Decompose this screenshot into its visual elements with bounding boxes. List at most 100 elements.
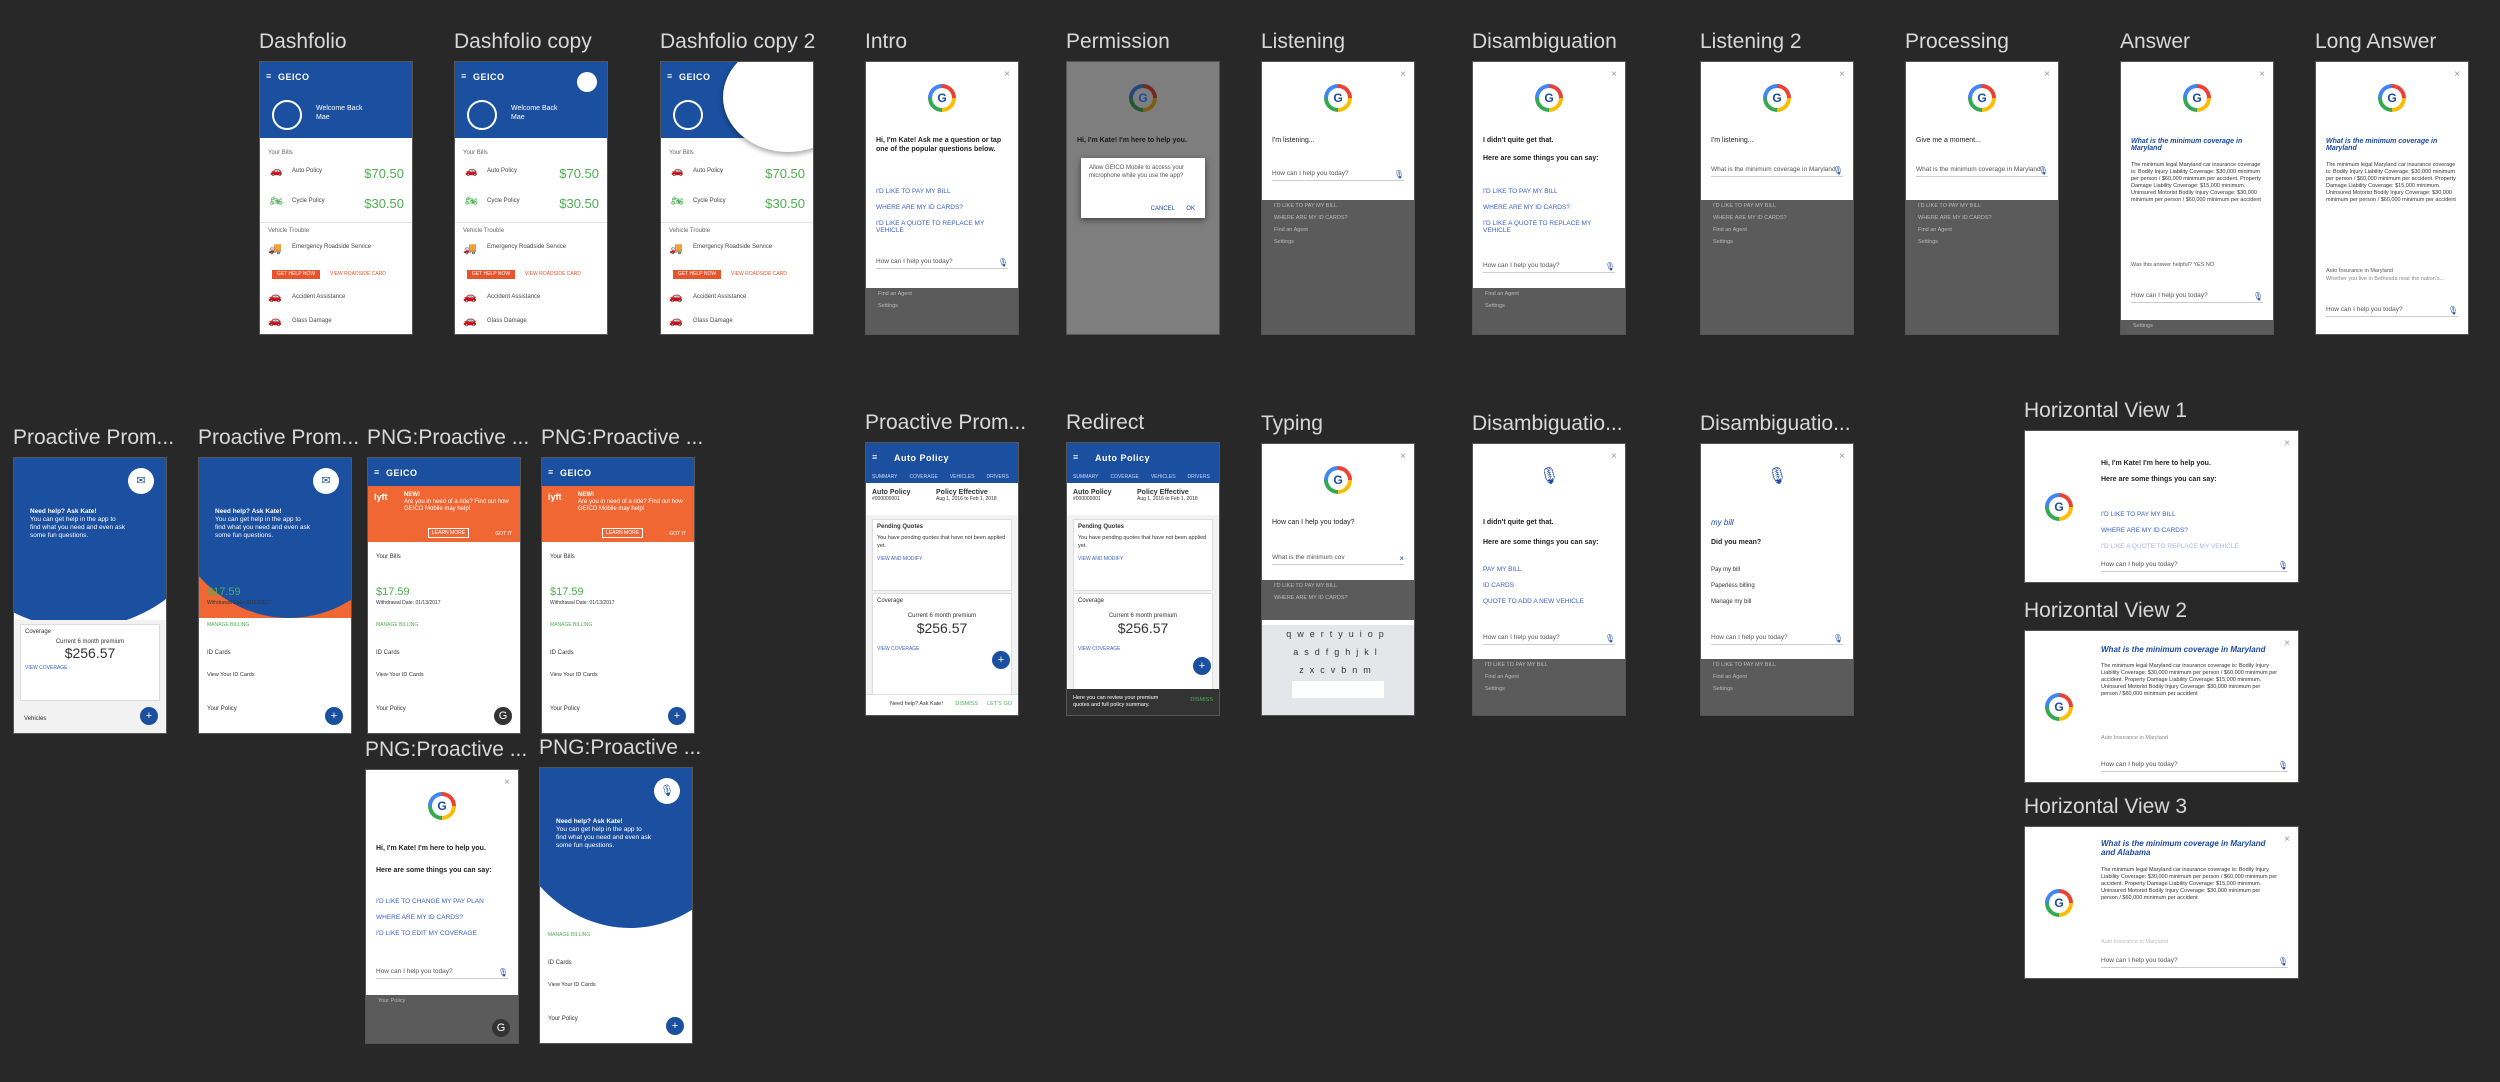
tab-drivers[interactable]: DRIVERS	[1188, 474, 1210, 480]
prompt-input[interactable]: How can I help you today?	[1483, 634, 1560, 641]
mic-icon[interactable]: 🎙	[2253, 292, 2263, 301]
close-icon[interactable]: ×	[2284, 438, 2290, 449]
artboard-listening-2[interactable]: Listening 2 G × I'm listening... What is…	[1700, 30, 1854, 335]
close-icon[interactable]: ×	[504, 777, 510, 788]
option-paperless[interactable]: Paperless billing	[1711, 582, 1755, 590]
menu-icon[interactable]: ≡	[1073, 452, 1078, 462]
suggestion-id-cards[interactable]: ID CARDS	[1483, 582, 1514, 589]
add-fab-button[interactable]: +	[140, 707, 158, 725]
permission-ok-button[interactable]: OK	[1186, 206, 1195, 212]
option-manage[interactable]: Manage my bill	[1711, 598, 1751, 606]
kate-chat-icon[interactable]: ✉	[313, 468, 339, 494]
suggestion-pay-bill[interactable]: PAY MY BILL	[1483, 566, 1522, 573]
tab-coverage[interactable]: COVERAGE	[909, 474, 937, 480]
tab-drivers[interactable]: DRIVERS	[987, 474, 1009, 480]
artboard-dashfolio-copy-2[interactable]: Dashfolio copy 2 ≡ GEICO Your Bills 🚗 Aut…	[660, 30, 815, 335]
artboard-intro[interactable]: Intro G × Hi, I'm Kate! Ask me a questio…	[865, 30, 1019, 335]
menu-icon[interactable]: ≡	[872, 452, 877, 462]
mic-icon[interactable]: 🎙	[2278, 957, 2288, 966]
kate-fab-button[interactable]: G	[492, 1019, 510, 1037]
view-id-link[interactable]: View Your ID Cards	[550, 672, 598, 678]
suggestion-id-cards[interactable]: WHERE ARE MY ID CARDS?	[376, 914, 463, 921]
mic-icon[interactable]: 🎙	[2278, 561, 2288, 570]
view-id-link[interactable]: View Your ID Cards	[207, 672, 255, 678]
related-article[interactable]: Auto Insurance in Maryland	[2326, 268, 2393, 274]
menu-icon[interactable]: ≡	[374, 467, 379, 477]
mic-icon[interactable]: 🎙	[1394, 170, 1404, 179]
learn-more-button[interactable]: LEARN MORE	[602, 528, 644, 538]
artboard-png-proactive-1[interactable]: PNG:Proactive ... ≡ GEICO lyft NEW! Are yo…	[367, 426, 529, 734]
prompt-input[interactable]: How can I help you today?	[2326, 306, 2403, 313]
suggestion-edit-coverage[interactable]: I'D LIKE TO EDIT MY COVERAGE	[376, 930, 477, 937]
close-icon[interactable]: ×	[2259, 69, 2265, 80]
menu-icon[interactable]: ≡	[548, 467, 553, 477]
artboard-answer[interactable]: Answer G × What is the minimum coverage …	[2120, 30, 2274, 335]
artboard-disambiguation-2[interactable]: Disambiguatio... 🎙 × I didn't quite get …	[1472, 412, 1626, 716]
mic-icon[interactable]: 🎙	[2448, 306, 2458, 315]
artboard-horizontal-2[interactable]: Horizontal View 2 G × What is the minimu…	[2024, 599, 2299, 783]
artboard-dashfolio[interactable]: Dashfolio ≡ GEICO Welcome Back Mae Your Bi…	[259, 30, 413, 335]
option-pay-bill[interactable]: Pay my bill	[1711, 566, 1740, 574]
view-coverage-link[interactable]: VIEW COVERAGE	[1074, 636, 1212, 662]
manage-billing-link[interactable]: MANAGE BILLING	[548, 932, 590, 938]
suggestion-id-cards[interactable]: WHERE ARE MY ID CARDS?	[876, 204, 963, 211]
lets-go-button[interactable]: LET'S GO	[987, 701, 1012, 707]
keyboard-spacebar[interactable]	[1292, 681, 1384, 698]
close-icon[interactable]: ×	[1400, 69, 1406, 80]
artboard-processing[interactable]: Processing G × Give me a moment... What …	[1905, 30, 2059, 335]
kate-chat-icon[interactable]: ✉	[128, 468, 154, 494]
menu-icon[interactable]: ≡	[461, 71, 466, 81]
kate-fab-button[interactable]: G	[494, 707, 512, 725]
close-icon[interactable]: ×	[1400, 451, 1406, 462]
tab-vehicles[interactable]: VEHICLES	[950, 474, 975, 480]
artboard-proactive-3[interactable]: Proactive Prom... ≡ Auto Policy SUMMARY CO…	[865, 411, 1026, 716]
prompt-input[interactable]: How can I help you today?	[1711, 634, 1788, 641]
menu-icon[interactable]: ≡	[266, 71, 271, 81]
dismiss-button[interactable]: DISMISS	[1190, 697, 1213, 703]
artboard-dashfolio-copy[interactable]: Dashfolio copy ≡ GEICO Welcome Back Mae Yo…	[454, 30, 608, 335]
artboard-png-proactive-4[interactable]: PNG:Proactive ... 🎙 Need help? Ask Kate!…	[539, 736, 701, 1044]
settings-item[interactable]: Settings	[866, 300, 1018, 312]
close-icon[interactable]: ×	[1839, 69, 1845, 80]
find-agent-item[interactable]: Find an Agent	[866, 288, 1018, 300]
prompt-input[interactable]: How can I help you today?	[2101, 957, 2178, 964]
close-icon[interactable]: ×	[1611, 69, 1617, 80]
prompt-input[interactable]: How can I help you today?	[2101, 561, 2178, 568]
close-icon[interactable]: ×	[2284, 834, 2290, 845]
kate-button[interactable]	[577, 72, 597, 92]
artboard-listening[interactable]: Listening G × I'm listening... How can I…	[1261, 30, 1415, 335]
mic-icon[interactable]: 🎙	[2278, 761, 2288, 770]
view-modify-link[interactable]: VIEW AND MODIFY	[873, 550, 1011, 568]
clear-icon[interactable]: ×	[1399, 554, 1404, 563]
suggestion-quote[interactable]: I'D LIKE A QUOTE TO REPLACE MY VEHICLE	[876, 220, 1008, 234]
mic-icon[interactable]: 🎙	[1605, 634, 1615, 643]
query-text[interactable]: What is the minimum coverage in Maryland	[1711, 166, 1836, 173]
manage-billing-link[interactable]: MANAGE BILLING	[207, 622, 249, 628]
suggestion-pay-bill[interactable]: I'D LIKE TO PAY MY BILL	[876, 188, 951, 195]
typing-input[interactable]: What is the minimum cov	[1272, 554, 1345, 561]
prompt-input[interactable]: How can I help you today?	[1483, 262, 1560, 269]
mic-icon[interactable]: 🎙	[1767, 466, 1787, 486]
artboard-disambiguation-3[interactable]: Disambiguatio... 🎙 × my bill Did you mea…	[1700, 412, 1854, 716]
get-help-button[interactable]: GET HELP NOW	[467, 270, 515, 279]
helpful-yes-button[interactable]: YES	[2193, 262, 2204, 268]
got-it-button[interactable]: GOT IT	[669, 531, 686, 537]
manage-billing-link[interactable]: MANAGE BILLING	[376, 622, 418, 628]
artboard-permission[interactable]: Permission G Hi, I'm Kate! I'm here to h…	[1066, 30, 1220, 335]
view-roadside-link[interactable]: VIEW ROADSIDE CARD	[330, 271, 386, 277]
tab-coverage[interactable]: COVERAGE	[1110, 474, 1138, 480]
artboard-typing[interactable]: Typing G × How can I help you today? Wha…	[1261, 412, 1415, 716]
artboard-long-answer[interactable]: Long Answer G × What is the minimum cove…	[2315, 30, 2469, 335]
suggestion-quote[interactable]: QUOTE TO ADD A NEW VEHICLE	[1483, 598, 1584, 605]
suggestion-id-cards[interactable]: WHERE ARE MY ID CARDS?	[2101, 527, 2188, 534]
artboard-disambiguation[interactable]: Disambiguation G × I didn't quite get th…	[1472, 30, 1626, 335]
related-article[interactable]: Auto Insurance in Maryland	[2101, 939, 2168, 945]
prompt-input[interactable]: How can I help you today?	[876, 258, 953, 265]
suggestion-quote[interactable]: I'D LIKE A QUOTE TO REPLACE MY VEHICLE	[1483, 220, 1615, 234]
tab-summary[interactable]: SUMMARY	[1073, 474, 1098, 480]
mic-icon[interactable]: 🎙	[1833, 634, 1843, 643]
view-id-link[interactable]: View Your ID Cards	[548, 982, 596, 988]
menu-icon[interactable]: ≡	[667, 71, 672, 81]
suggestion-id-cards[interactable]: WHERE ARE MY ID CARDS?	[1483, 204, 1570, 211]
close-icon[interactable]: ×	[2454, 69, 2460, 80]
